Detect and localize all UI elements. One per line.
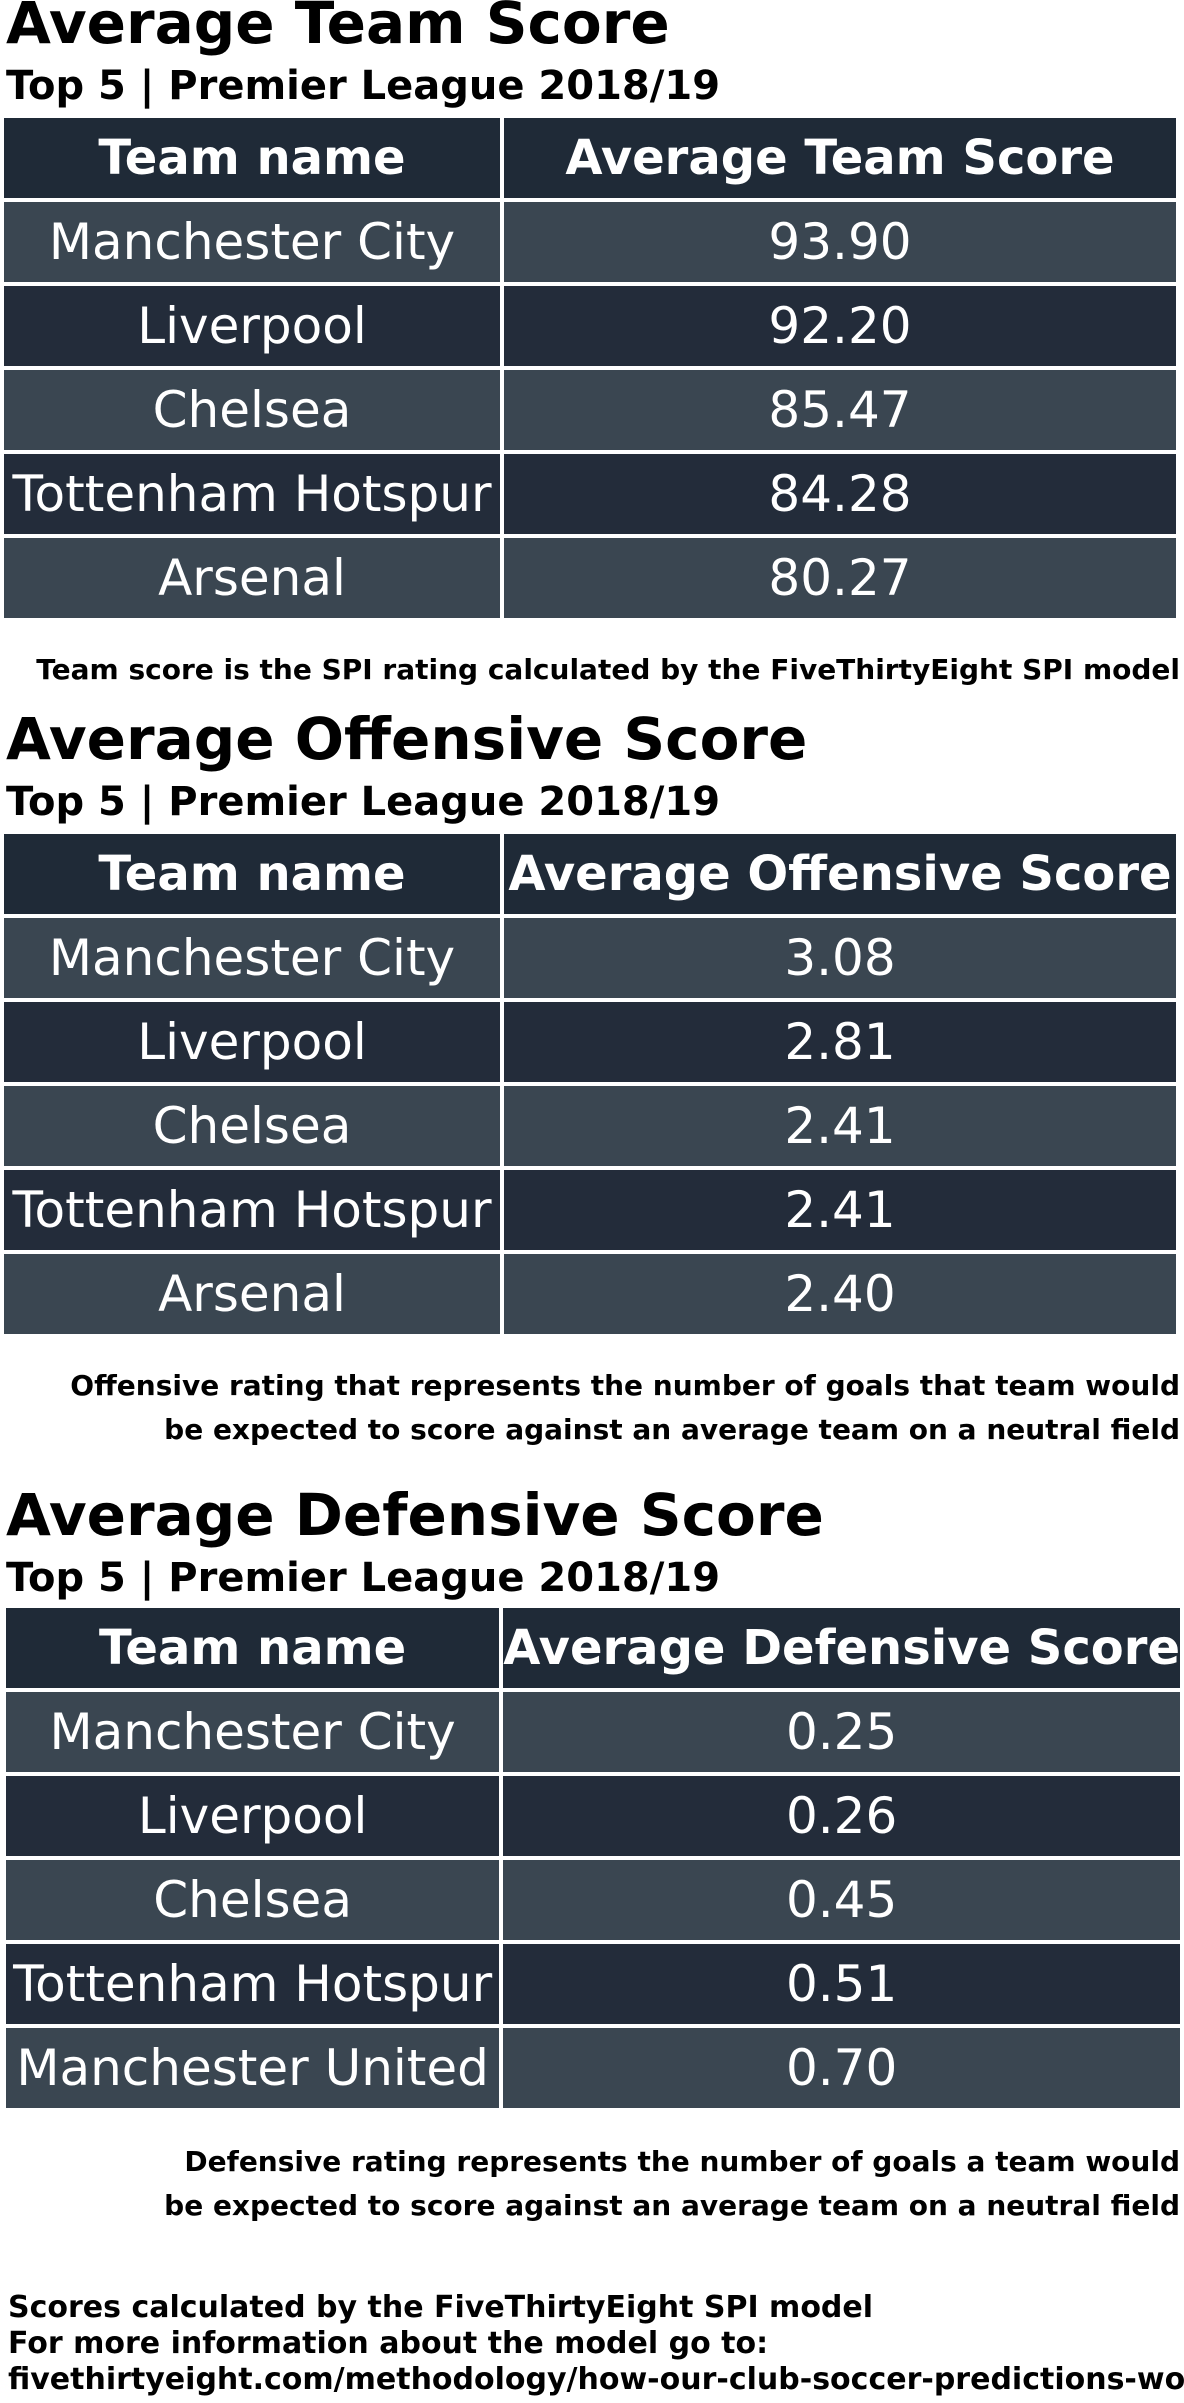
score-cell: 2.81 (504, 1002, 1176, 1082)
footer-line: For more information about the model go … (8, 2326, 769, 2361)
team-name-cell: Chelsea (4, 1086, 500, 1166)
table-row: Manchester United 0.70 (6, 2028, 1180, 2108)
offensive-score-table: Team name Average Offensive Score Manche… (0, 830, 1180, 1338)
team-name-cell: Tottenham Hotspur (6, 1944, 500, 2024)
team-name-cell: Liverpool (6, 1776, 500, 1856)
note-line: be expected to score against an average … (164, 2189, 1180, 2222)
team-name-cell: Arsenal (4, 538, 500, 618)
column-header: Team name (4, 834, 500, 914)
table-row: Liverpool 2.81 (4, 1002, 1176, 1082)
team-name-cell: Manchester City (4, 918, 500, 998)
column-header: Average Defensive Score (503, 1608, 1180, 1688)
note-line: Defensive rating represents the number o… (184, 2145, 1180, 2178)
note-line: Offensive rating that represents the num… (70, 1369, 1180, 1402)
score-cell: 2.41 (504, 1170, 1176, 1250)
score-cell: 0.25 (503, 1692, 1180, 1772)
score-cell: 0.45 (503, 1860, 1180, 1940)
table-header-row: Team name Average Team Score (4, 118, 1176, 198)
table-row: Liverpool 0.26 (6, 1776, 1180, 1856)
score-cell: 93.90 (504, 202, 1176, 282)
defensive-score-note: Defensive rating represents the number o… (164, 2140, 1180, 2228)
team-name-cell: Tottenham Hotspur (4, 1170, 500, 1250)
column-header: Team name (4, 118, 500, 198)
score-cell: 0.70 (503, 2028, 1180, 2108)
table-header-row: Team name Average Offensive Score (4, 834, 1176, 914)
team-name-cell: Manchester City (6, 1692, 500, 1772)
team-score-table: Team name Average Team Score Manchester … (0, 114, 1180, 622)
team-score-note: Team score is the SPI rating calculated … (36, 648, 1180, 692)
score-cell: 80.27 (504, 538, 1176, 618)
table-row: Manchester City 3.08 (4, 918, 1176, 998)
note-line: Team score is the SPI rating calculated … (36, 653, 1180, 686)
table-row: Arsenal 80.27 (4, 538, 1176, 618)
offensive-score-note: Offensive rating that represents the num… (70, 1364, 1180, 1452)
note-line: be expected to score against an average … (164, 1413, 1180, 1446)
team-score-subtitle: Top 5 | Premier League 2018/19 (6, 63, 721, 109)
team-name-cell: Liverpool (4, 286, 500, 366)
team-name-cell: Chelsea (4, 370, 500, 450)
team-name-cell: Manchester United (6, 2028, 500, 2108)
defensive-score-title: Average Defensive Score (6, 1481, 824, 1549)
team-name-cell: Arsenal (4, 1254, 500, 1334)
table-row: Manchester City 0.25 (6, 1692, 1180, 1772)
offensive-score-subtitle: Top 5 | Premier League 2018/19 (6, 779, 721, 825)
score-cell: 2.40 (504, 1254, 1176, 1334)
score-cell: 2.41 (504, 1086, 1176, 1166)
table-row: Chelsea 0.45 (6, 1860, 1180, 1940)
defensive-score-subtitle: Top 5 | Premier League 2018/19 (6, 1555, 721, 1601)
table-row: Tottenham Hotspur 84.28 (4, 454, 1176, 534)
team-name-cell: Chelsea (6, 1860, 500, 1940)
score-cell: 3.08 (504, 918, 1176, 998)
score-cell: 85.47 (504, 370, 1176, 450)
team-name-cell: Manchester City (4, 202, 500, 282)
table-header-row: Team name Average Defensive Score (6, 1608, 1180, 1688)
score-cell: 92.20 (504, 286, 1176, 366)
footer-url[interactable]: fivethirtyeight.com/methodology/how-our-… (8, 2362, 1184, 2398)
footer-line: Scores calculated by the FiveThirtyEight… (8, 2290, 874, 2325)
table-row: Liverpool 92.20 (4, 286, 1176, 366)
table-row: Tottenham Hotspur 2.41 (4, 1170, 1176, 1250)
team-name-cell: Liverpool (4, 1002, 500, 1082)
offensive-score-title: Average Offensive Score (6, 705, 808, 773)
column-header: Average Team Score (504, 118, 1176, 198)
table-row: Tottenham Hotspur 0.51 (6, 1944, 1180, 2024)
table-row: Manchester City 93.90 (4, 202, 1176, 282)
column-header: Team name (6, 1608, 500, 1688)
table-row: Chelsea 2.41 (4, 1086, 1176, 1166)
table-row: Chelsea 85.47 (4, 370, 1176, 450)
score-cell: 0.26 (503, 1776, 1180, 1856)
footer: Scores calculated by the FiveThirtyEight… (8, 2290, 1184, 2398)
score-cell: 0.51 (503, 1944, 1180, 2024)
score-cell: 84.28 (504, 454, 1176, 534)
column-header: Average Offensive Score (504, 834, 1176, 914)
team-score-title: Average Team Score (6, 0, 670, 57)
team-name-cell: Tottenham Hotspur (4, 454, 500, 534)
defensive-score-table: Team name Average Defensive Score Manche… (2, 1604, 1184, 2112)
table-row: Arsenal 2.40 (4, 1254, 1176, 1334)
